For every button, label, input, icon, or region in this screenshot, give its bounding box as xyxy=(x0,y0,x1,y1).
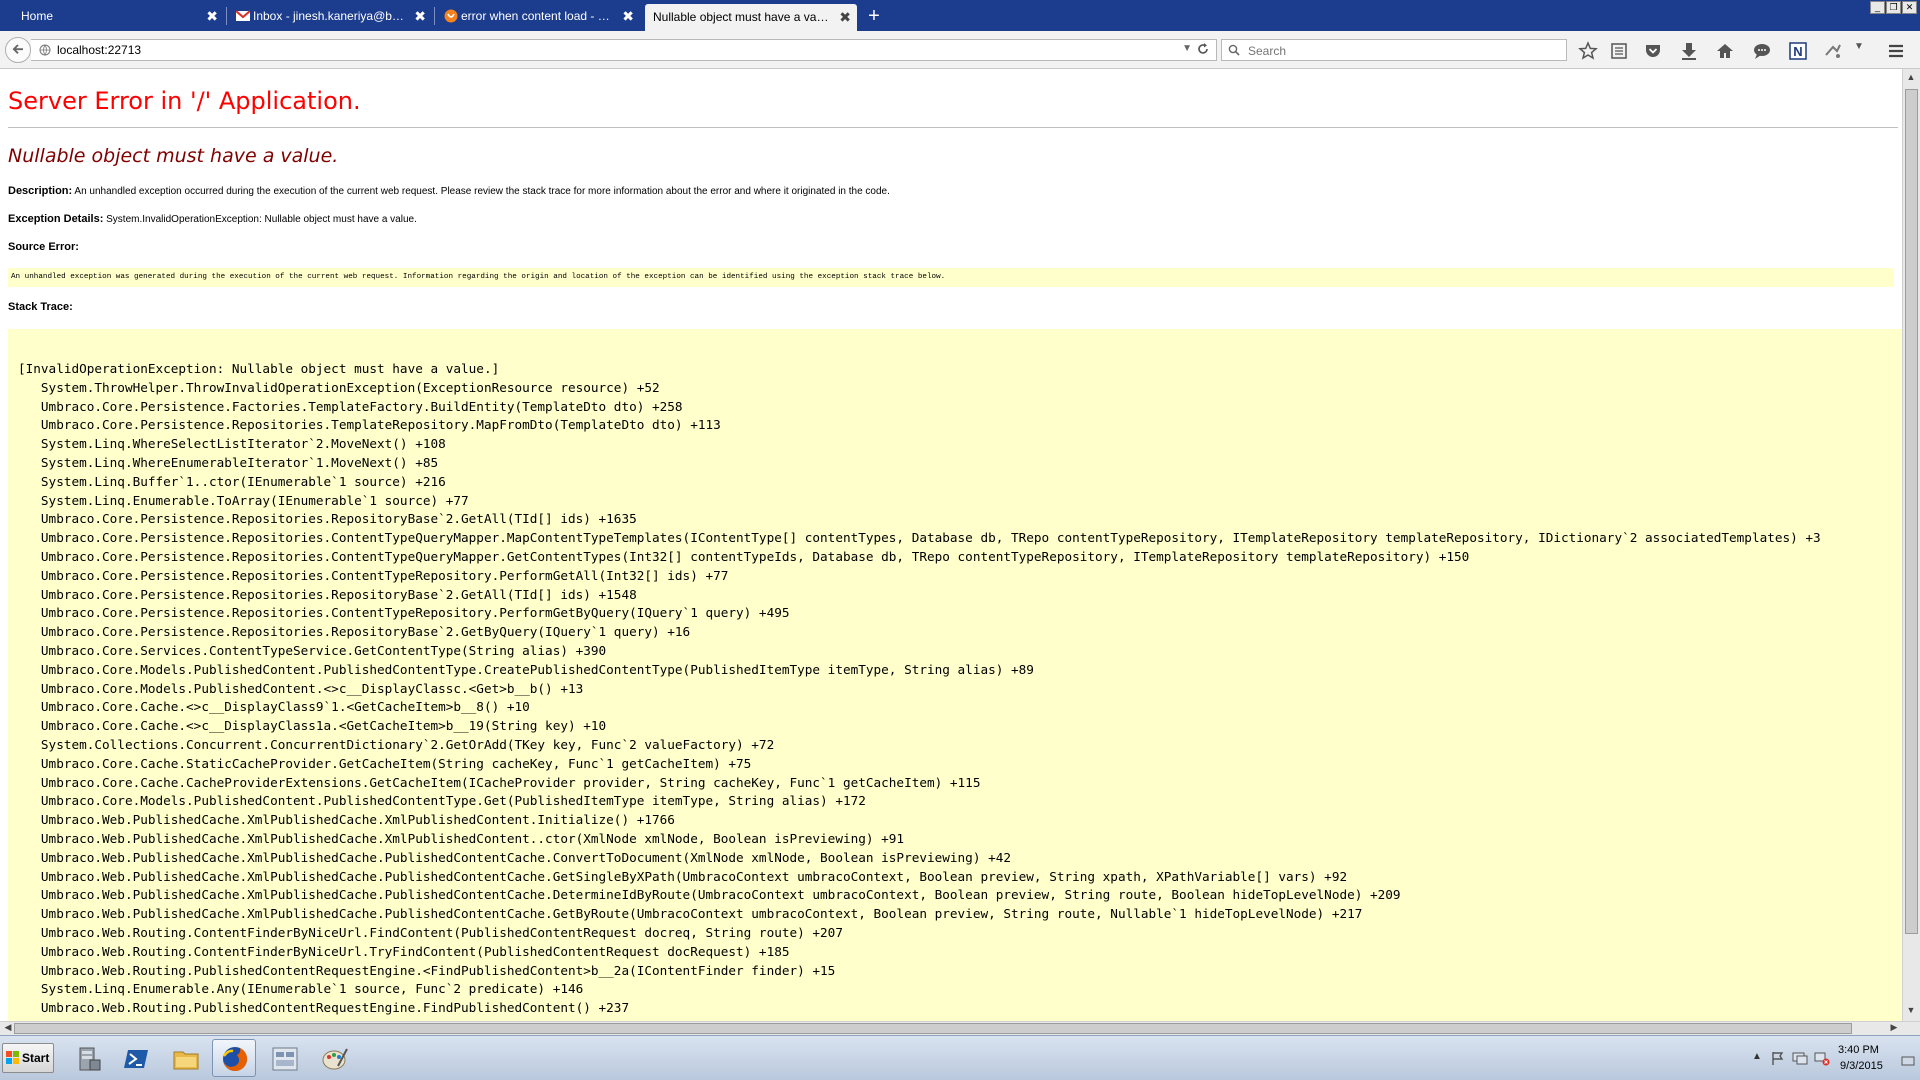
tray-expand-icon[interactable]: ▲ xyxy=(1752,1051,1762,1062)
restore-button[interactable]: ❐ xyxy=(1886,1,1901,14)
exception-details-line: Exception Details: System.InvalidOperati… xyxy=(8,213,417,225)
page-content: Server Error in '/' Application. Nullabl… xyxy=(0,69,1902,1021)
reading-list-icon[interactable] xyxy=(1609,41,1629,61)
chat-icon[interactable] xyxy=(1752,41,1772,61)
stack-trace-label: Stack Trace: xyxy=(8,301,73,313)
overflow-icon[interactable]: ▼ xyxy=(1854,41,1864,52)
page-title: Server Error in '/' Application. xyxy=(8,87,361,115)
source-error-text: An unhandled exception was generated dur… xyxy=(11,273,946,281)
tab-forum[interactable]: error when content load - Usi... ✖ xyxy=(440,3,640,29)
umbraco-icon xyxy=(444,9,458,23)
error-message-heading: Nullable object must have a value. xyxy=(8,145,339,167)
description-label: Description: xyxy=(8,185,73,197)
start-button[interactable]: Start xyxy=(2,1043,54,1073)
server-manager-icon xyxy=(79,1047,101,1071)
sync-icon[interactable] xyxy=(1823,41,1843,61)
clock-time[interactable]: 3:40 PM xyxy=(1838,1044,1879,1056)
history-dropdown-icon[interactable]: ▼ xyxy=(1182,43,1192,54)
pocket-icon[interactable] xyxy=(1643,41,1663,61)
visual-studio-icon xyxy=(272,1047,298,1071)
close-window-button[interactable]: ✕ xyxy=(1902,1,1917,14)
exception-details-text: System.InvalidOperationException: Nullab… xyxy=(106,214,417,225)
tab-label: Nullable object must have a value. xyxy=(653,10,829,24)
download-icon[interactable] xyxy=(1679,41,1699,61)
taskbar-file-explorer[interactable] xyxy=(163,1039,207,1077)
network-disconnected-icon[interactable] xyxy=(1814,1050,1830,1066)
search-icon xyxy=(1228,44,1240,56)
tab-close-icon[interactable]: ✖ xyxy=(622,3,634,29)
taskbar-firefox[interactable] xyxy=(212,1039,256,1077)
paint-icon xyxy=(322,1048,348,1070)
bookmark-star-icon[interactable] xyxy=(1578,41,1598,61)
source-error-label: Source Error: xyxy=(8,241,79,253)
windows-logo-icon xyxy=(6,1051,19,1064)
tab-close-icon[interactable]: ✖ xyxy=(206,3,218,29)
tab-home[interactable]: Home ✖ xyxy=(0,3,224,29)
back-arrow-icon xyxy=(12,44,23,54)
tab-label: Inbox - jinesh.kaneriya@bina... xyxy=(253,9,404,23)
tab-inbox[interactable]: Inbox - jinesh.kaneriya@bina... ✖ xyxy=(232,3,432,29)
tab-separator xyxy=(226,7,227,25)
taskbar-server-manager[interactable] xyxy=(66,1039,110,1077)
tab-label: Home xyxy=(21,9,54,23)
taskbar-paint[interactable] xyxy=(312,1039,356,1077)
globe-icon xyxy=(39,44,51,56)
source-error-box: An unhandled exception was generated dur… xyxy=(8,268,1894,287)
stack-trace-text: [InvalidOperationException: Nullable obj… xyxy=(18,361,1821,1021)
horizontal-scroll-thumb[interactable] xyxy=(14,1023,1852,1034)
taskbar-powershell[interactable] xyxy=(114,1039,158,1077)
clock-date[interactable]: 9/3/2015 xyxy=(1840,1060,1883,1072)
show-desktop-button[interactable] xyxy=(1900,1040,1916,1076)
gmail-icon xyxy=(236,10,250,21)
navigation-toolbar: localhost:22713 ▼ N ▼ xyxy=(0,31,1920,69)
back-button[interactable] xyxy=(5,37,31,63)
scroll-up-icon[interactable]: ▲ xyxy=(1903,72,1919,82)
start-label: Start xyxy=(22,1051,50,1065)
new-tab-button[interactable]: + xyxy=(862,3,886,29)
tab-label: error when content load - Usi... xyxy=(461,9,612,23)
tab-separator xyxy=(434,7,435,25)
exception-details-label: Exception Details: xyxy=(8,213,104,225)
tab-close-icon[interactable]: ✖ xyxy=(414,3,426,29)
file-explorer-icon xyxy=(173,1051,199,1070)
taskbar: Start ▲ 3:40 PM 9/3/2015 xyxy=(0,1035,1920,1080)
svg-text:N: N xyxy=(1793,44,1802,59)
search-input[interactable] xyxy=(1246,42,1550,60)
scroll-right-icon[interactable]: ▶ xyxy=(1886,1022,1902,1033)
scroll-down-icon[interactable]: ▼ xyxy=(1903,1005,1919,1015)
url-bar[interactable]: localhost:22713 ▼ xyxy=(31,39,1217,61)
tab-error-page[interactable]: Nullable object must have a value. ✖ xyxy=(645,4,857,31)
tab-strip: Home ✖ Inbox - jinesh.kaneriya@bina... ✖… xyxy=(0,0,1920,31)
notification-icon xyxy=(1901,1056,1915,1066)
reload-icon[interactable] xyxy=(1196,42,1210,56)
menu-icon[interactable] xyxy=(1886,41,1906,61)
home-icon[interactable] xyxy=(1715,41,1735,61)
display-icon[interactable] xyxy=(1792,1050,1808,1066)
system-tray: ▲ xyxy=(1744,1040,1920,1078)
powershell-icon xyxy=(124,1050,148,1068)
firefox-icon xyxy=(222,1046,248,1071)
description-line: Description: An unhandled exception occu… xyxy=(8,185,890,197)
url-text[interactable]: localhost:22713 xyxy=(57,43,141,57)
description-text: An unhandled exception occurred during t… xyxy=(74,186,890,197)
minimize-button[interactable]: _ xyxy=(1870,1,1885,14)
vertical-scrollbar[interactable]: ▲ ▼ xyxy=(1902,69,1920,1021)
tab-close-icon[interactable]: ✖ xyxy=(839,4,851,30)
horizontal-scrollbar[interactable]: ◀ ▶ xyxy=(0,1021,1920,1035)
onenote-icon[interactable]: N xyxy=(1788,41,1808,61)
divider xyxy=(8,127,1898,128)
action-center-flag-icon[interactable] xyxy=(1770,1050,1786,1066)
stack-trace-box: [InvalidOperationException: Nullable obj… xyxy=(8,329,1902,1021)
taskbar-visual-studio[interactable] xyxy=(262,1039,306,1077)
search-bar[interactable] xyxy=(1221,39,1567,61)
vertical-scroll-thumb[interactable] xyxy=(1905,89,1918,934)
